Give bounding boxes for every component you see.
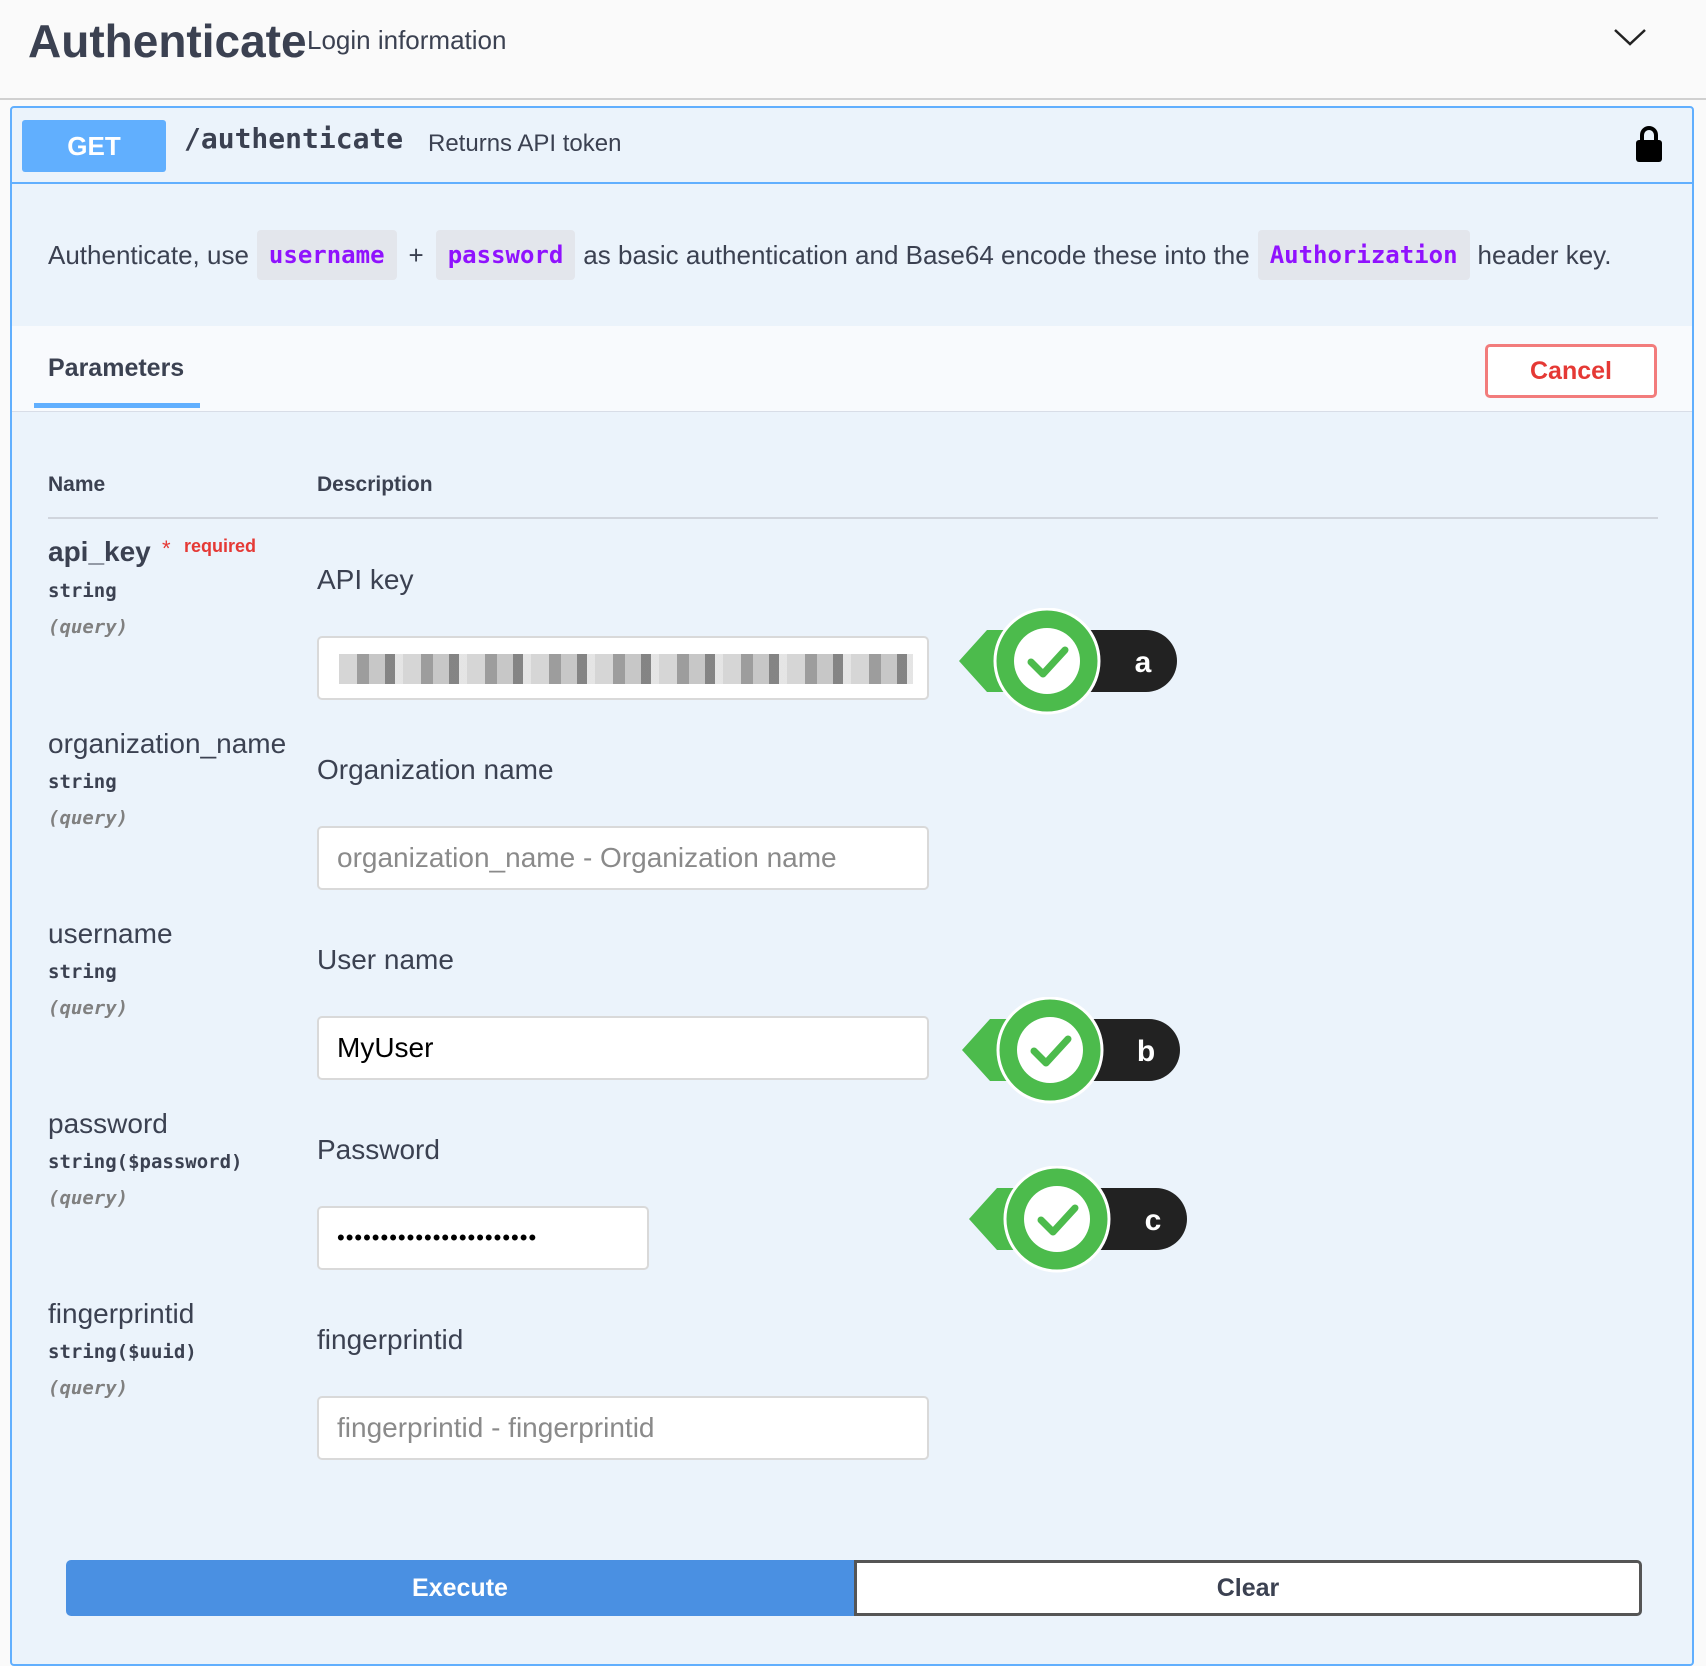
parameters-bar: Parameters Cancel [12, 326, 1692, 412]
param-desc-fingerprintid: fingerprintid [317, 1324, 464, 1355]
tab-parameters-label: Parameters [48, 354, 185, 382]
description-suffix: header key. [1477, 239, 1612, 270]
cancel-button[interactable]: Cancel [1485, 344, 1657, 398]
chevron-down-icon[interactable] [1612, 22, 1648, 52]
param-name-organization: organization_name [48, 728, 287, 759]
description-plus: + [408, 239, 424, 270]
password-field[interactable] [317, 1206, 649, 1270]
param-name-api-key: api_key [48, 536, 151, 567]
description-prefix: Authenticate, use [48, 239, 249, 270]
param-type-api-key: string [48, 580, 117, 602]
organization-name-field[interactable] [317, 826, 929, 890]
annotation-badge-c: c [969, 1166, 1187, 1273]
param-name-password: password [48, 1108, 168, 1139]
param-in-password: (query) [48, 1187, 129, 1209]
section-header[interactable]: Authenticate Login information [0, 0, 1706, 100]
param-name-username: username [48, 918, 173, 949]
param-type-organization: string [48, 771, 117, 793]
param-in-fingerprintid: (query) [48, 1377, 129, 1399]
operation-summary-text: Returns API token [428, 130, 622, 157]
method-badge: GET [22, 120, 166, 172]
required-star: * [162, 536, 171, 561]
header-divider [48, 517, 1658, 519]
api-key-field[interactable] [317, 636, 929, 700]
section-subtitle: Login information [307, 25, 507, 55]
operation-description: Authenticate, use username + password as… [48, 230, 1611, 280]
param-type-password: string($password) [48, 1151, 243, 1173]
fingerprintid-field[interactable] [317, 1396, 929, 1460]
redacted-value [339, 654, 913, 684]
clear-button[interactable]: Clear [854, 1560, 1642, 1616]
username-field[interactable] [317, 1016, 929, 1080]
annotation-badge-a: a [959, 608, 1177, 715]
operation-block: GET /authenticate Returns API token Auth… [10, 106, 1694, 1666]
param-desc-username: User name [317, 944, 454, 975]
badge-label-b: b [1137, 1035, 1155, 1068]
param-in-organization: (query) [48, 807, 129, 829]
param-type-username: string [48, 961, 117, 983]
badge-label-c: c [1145, 1204, 1162, 1237]
param-name-fingerprintid: fingerprintid [48, 1298, 195, 1329]
column-header-description: Description [317, 473, 433, 496]
execute-button[interactable]: Execute [66, 1560, 854, 1616]
param-desc-api-key: API key [317, 564, 414, 595]
badge-label-a: a [1135, 646, 1152, 679]
param-desc-password: Password [317, 1134, 440, 1165]
param-desc-organization: Organization name [317, 754, 554, 785]
param-in-api-key: (query) [48, 616, 129, 638]
annotation-badge-b: b [962, 997, 1180, 1104]
code-password: password [435, 230, 576, 280]
tab-active-indicator [34, 403, 200, 408]
lock-icon[interactable] [1633, 124, 1665, 164]
code-authorization: Authorization [1257, 230, 1470, 280]
param-in-username: (query) [48, 997, 129, 1019]
section-title: Authenticate [28, 15, 307, 67]
operation-path: /authenticate [184, 122, 404, 155]
description-middle: as basic authentication and Base64 encod… [583, 239, 1250, 270]
column-header-name: Name [48, 473, 106, 496]
operation-summary[interactable]: GET /authenticate Returns API token [12, 108, 1692, 184]
tab-parameters[interactable]: Parameters [34, 326, 200, 412]
code-username: username [256, 230, 397, 280]
param-type-fingerprintid: string($uuid) [48, 1341, 197, 1363]
required-label: required [184, 536, 257, 556]
